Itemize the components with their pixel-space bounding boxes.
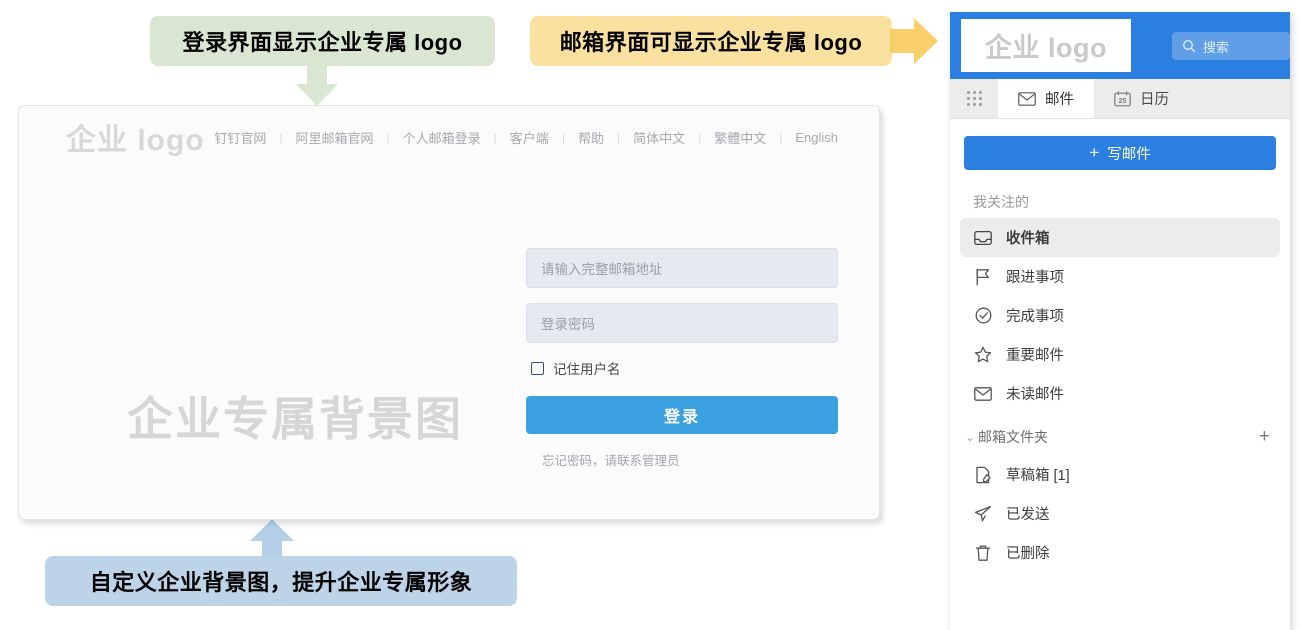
callout-background: 自定义企业背景图，提升企业专属形象 <box>45 556 517 606</box>
sidebar-item-label: 草稿箱 [1] <box>1006 468 1070 484</box>
mail-client-preview: 企业 logo 搜索 邮件 25 日历 + 写邮件 我关注的 收件箱 跟进事项 … <box>950 12 1290 630</box>
login-nav-link-alimail[interactable]: 阿里邮箱官网 <box>283 128 387 147</box>
chevron-down-icon[interactable]: ⌄ <box>962 431 978 444</box>
login-nav-link-personal-mail[interactable]: 个人邮箱登录 <box>390 128 494 147</box>
folder-section-header[interactable]: ⌄ 邮箱文件夹 + <box>960 419 1280 455</box>
sidebar-item-inbox[interactable]: 收件箱 <box>960 218 1280 257</box>
app-grid-button[interactable] <box>950 79 998 118</box>
callout-login-logo: 登录界面显示企业专属 logo <box>150 16 495 66</box>
calendar-icon: 25 <box>1114 90 1131 106</box>
check-circle-icon <box>973 307 993 324</box>
sidebar-item-label: 已发送 <box>1006 507 1050 523</box>
sidebar-item-sent[interactable]: 已发送 <box>960 494 1280 533</box>
mail-tabbar: 邮件 25 日历 <box>950 79 1290 119</box>
password-field[interactable]: 登录密码 <box>526 303 838 343</box>
login-nav-link-client[interactable]: 客户端 <box>497 128 562 147</box>
login-nav-link-english[interactable]: English <box>782 130 851 145</box>
tab-calendar-label: 日历 <box>1140 92 1169 108</box>
sidebar-section-followed: 我关注的 <box>973 194 1029 210</box>
envelope-icon <box>973 386 993 401</box>
calendar-day-number: 25 <box>1119 98 1127 105</box>
tab-mail-label: 邮件 <box>1045 92 1074 108</box>
login-submit-button[interactable]: 登录 <box>526 396 838 434</box>
mail-header: 企业 logo 搜索 <box>950 12 1290 79</box>
folder-section-label: 邮箱文件夹 <box>978 429 1048 445</box>
add-folder-icon[interactable]: + <box>1259 426 1270 448</box>
background-watermark-text: 企业专属背景图 <box>127 393 463 445</box>
sidebar-item-label: 跟进事项 <box>1006 270 1064 286</box>
sidebar-item-completed[interactable]: 完成事项 <box>960 296 1280 335</box>
callout-mail-logo: 邮箱界面可显示企业专属 logo <box>530 16 892 66</box>
trash-icon <box>973 544 993 562</box>
screenshot-root: 登录界面显示企业专属 logo 邮箱界面可显示企业专属 logo 自定义企业背景… <box>0 0 1300 630</box>
sidebar-item-label: 收件箱 <box>1006 231 1050 247</box>
tab-mail[interactable]: 邮件 <box>998 79 1094 118</box>
email-field[interactable]: 请输入完整邮箱地址 <box>526 248 838 288</box>
sidebar-item-deleted[interactable]: 已删除 <box>960 533 1280 572</box>
compose-button[interactable]: + 写邮件 <box>964 136 1276 170</box>
login-nav-link-help[interactable]: 帮助 <box>565 128 617 147</box>
password-field-placeholder: 登录密码 <box>541 317 595 332</box>
sidebar-item-label: 完成事项 <box>1006 309 1064 325</box>
mail-logo-box: 企业 logo <box>961 19 1131 72</box>
sidebar-item-unread[interactable]: 未读邮件 <box>960 374 1280 413</box>
remember-username-label: 记住用户名 <box>553 362 621 377</box>
mail-sidebar: + 写邮件 我关注的 收件箱 跟进事项 完成事项 重要邮件 未读邮件 ⌄ 邮箱文… <box>950 136 1290 572</box>
sidebar-item-drafts[interactable]: 草稿箱 [1] <box>960 455 1280 494</box>
inbox-icon <box>973 230 993 246</box>
forgot-password-text: 忘记密码，请联系管理员 <box>542 454 680 468</box>
search-icon <box>1182 39 1196 53</box>
plus-icon: + <box>1089 143 1100 162</box>
login-nav-link-traditional-chinese[interactable]: 繁體中文 <box>701 128 779 147</box>
tab-calendar[interactable]: 25 日历 <box>1094 79 1189 118</box>
sidebar-item-label: 未读邮件 <box>1006 387 1064 403</box>
login-logo-placeholder: 企业 logo <box>66 124 205 157</box>
star-icon <box>973 346 993 363</box>
compose-button-label: 写邮件 <box>1107 146 1151 163</box>
search-input[interactable]: 搜索 <box>1172 32 1290 60</box>
login-form: 请输入完整邮箱地址 登录密码 记住用户名 登录 忘记密码，请联系管理员 <box>526 248 838 469</box>
send-icon <box>973 505 993 523</box>
remember-username-row[interactable]: 记住用户名 <box>531 358 838 378</box>
flag-icon <box>973 268 993 286</box>
envelope-icon <box>1018 91 1036 106</box>
remember-username-checkbox[interactable] <box>531 361 544 375</box>
sidebar-item-label: 已删除 <box>1006 546 1050 562</box>
sidebar-item-label: 重要邮件 <box>1006 348 1064 364</box>
draft-icon <box>973 466 993 484</box>
email-field-placeholder: 请输入完整邮箱地址 <box>541 262 663 277</box>
login-nav-link-simplified-chinese[interactable]: 简体中文 <box>620 128 698 147</box>
grid-icon <box>966 91 982 106</box>
search-placeholder: 搜索 <box>1203 39 1230 55</box>
sidebar-item-followup[interactable]: 跟进事项 <box>960 257 1280 296</box>
login-nav: 钉钉官网 | 阿里邮箱官网 | 个人邮箱登录 | 客户端 | 帮助 | 简体中文… <box>201 128 851 147</box>
sidebar-item-important[interactable]: 重要邮件 <box>960 335 1280 374</box>
mail-logo-placeholder: 企业 logo <box>985 33 1107 63</box>
login-page-preview: 企业 logo 钉钉官网 | 阿里邮箱官网 | 个人邮箱登录 | 客户端 | 帮… <box>18 105 880 520</box>
login-nav-link-dingtalk[interactable]: 钉钉官网 <box>201 128 279 147</box>
